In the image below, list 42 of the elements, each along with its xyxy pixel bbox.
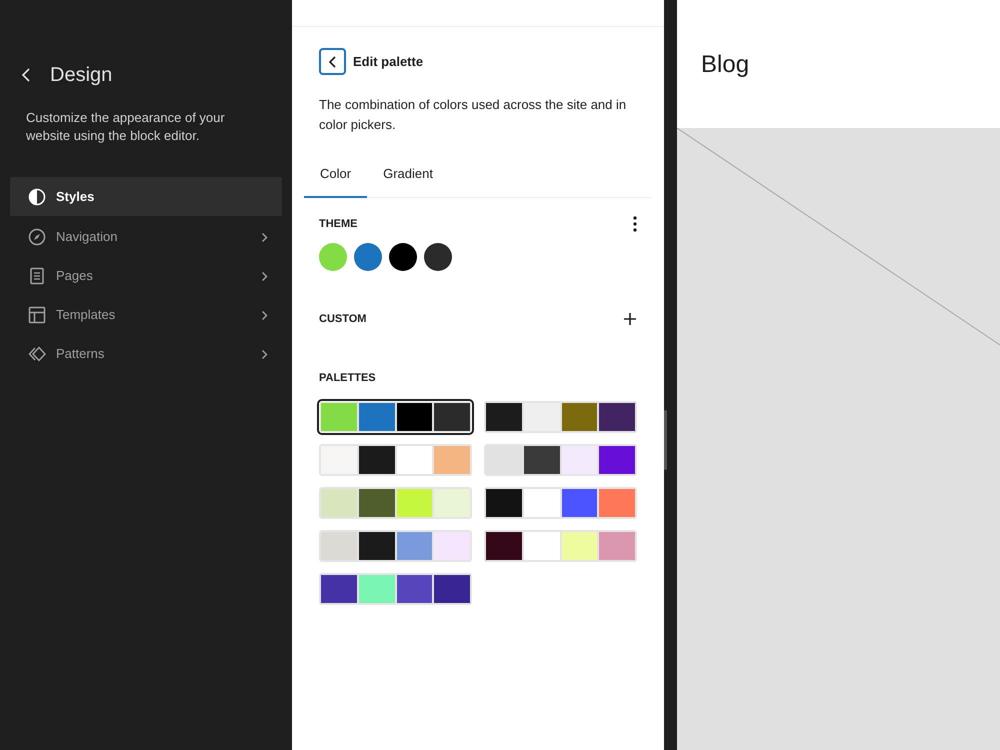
sidebar-item[interactable]: Navigation: [10, 219, 282, 255]
section-label: CUSTOM: [319, 312, 366, 326]
chevron-icon: [261, 348, 268, 360]
page-icon: [28, 267, 46, 285]
panel-description: The combination of colors used across the site and in color pickers.: [319, 96, 628, 134]
more-options-icon[interactable]: [633, 216, 637, 232]
add-icon[interactable]: [623, 312, 637, 326]
palette-option[interactable]: [319, 573, 472, 605]
resize-handle[interactable]: [664, 410, 667, 470]
sidebar-item[interactable]: Templates: [10, 297, 282, 333]
color-swatch[interactable]: [424, 242, 452, 270]
tab[interactable]: Color: [304, 151, 368, 198]
chevron-icon: [261, 270, 268, 282]
palette-option[interactable]: [484, 401, 637, 433]
sidebar-item[interactable]: Patterns: [10, 336, 282, 372]
color-swatch[interactable]: [354, 242, 382, 270]
sidebar-item[interactable]: Pages: [10, 258, 282, 294]
diamond-icon: [28, 345, 46, 363]
palette-option[interactable]: [319, 487, 472, 519]
layout-icon: [28, 306, 46, 324]
palette-option[interactable]: [319, 530, 472, 562]
tab[interactable]: Gradient: [367, 151, 449, 198]
back-icon: [328, 54, 338, 68]
palette-option[interactable]: [484, 530, 637, 562]
sidebar-title: Design: [50, 63, 112, 88]
color-swatch[interactable]: [389, 242, 417, 270]
sidebar-item[interactable]: Styles: [10, 177, 282, 216]
section-label: THEME: [319, 217, 358, 232]
back-button[interactable]: [319, 48, 346, 75]
palette-option[interactable]: [319, 444, 472, 476]
section-label: PALETTES: [319, 372, 376, 384]
palette-option[interactable]: [484, 444, 637, 476]
color-swatch[interactable]: [319, 242, 347, 270]
chevron-icon: [261, 232, 268, 242]
back-icon[interactable]: [20, 67, 32, 83]
compass-icon: [28, 228, 46, 246]
panel-heading: Edit palette: [353, 52, 424, 71]
site-title: Blog: [701, 51, 750, 78]
palette-option[interactable]: [484, 487, 637, 519]
sidebar-description: Customize the appearance of your website using the block editor.: [25, 109, 226, 145]
chevron-icon: [261, 310, 268, 320]
contrast-icon: [28, 188, 46, 206]
